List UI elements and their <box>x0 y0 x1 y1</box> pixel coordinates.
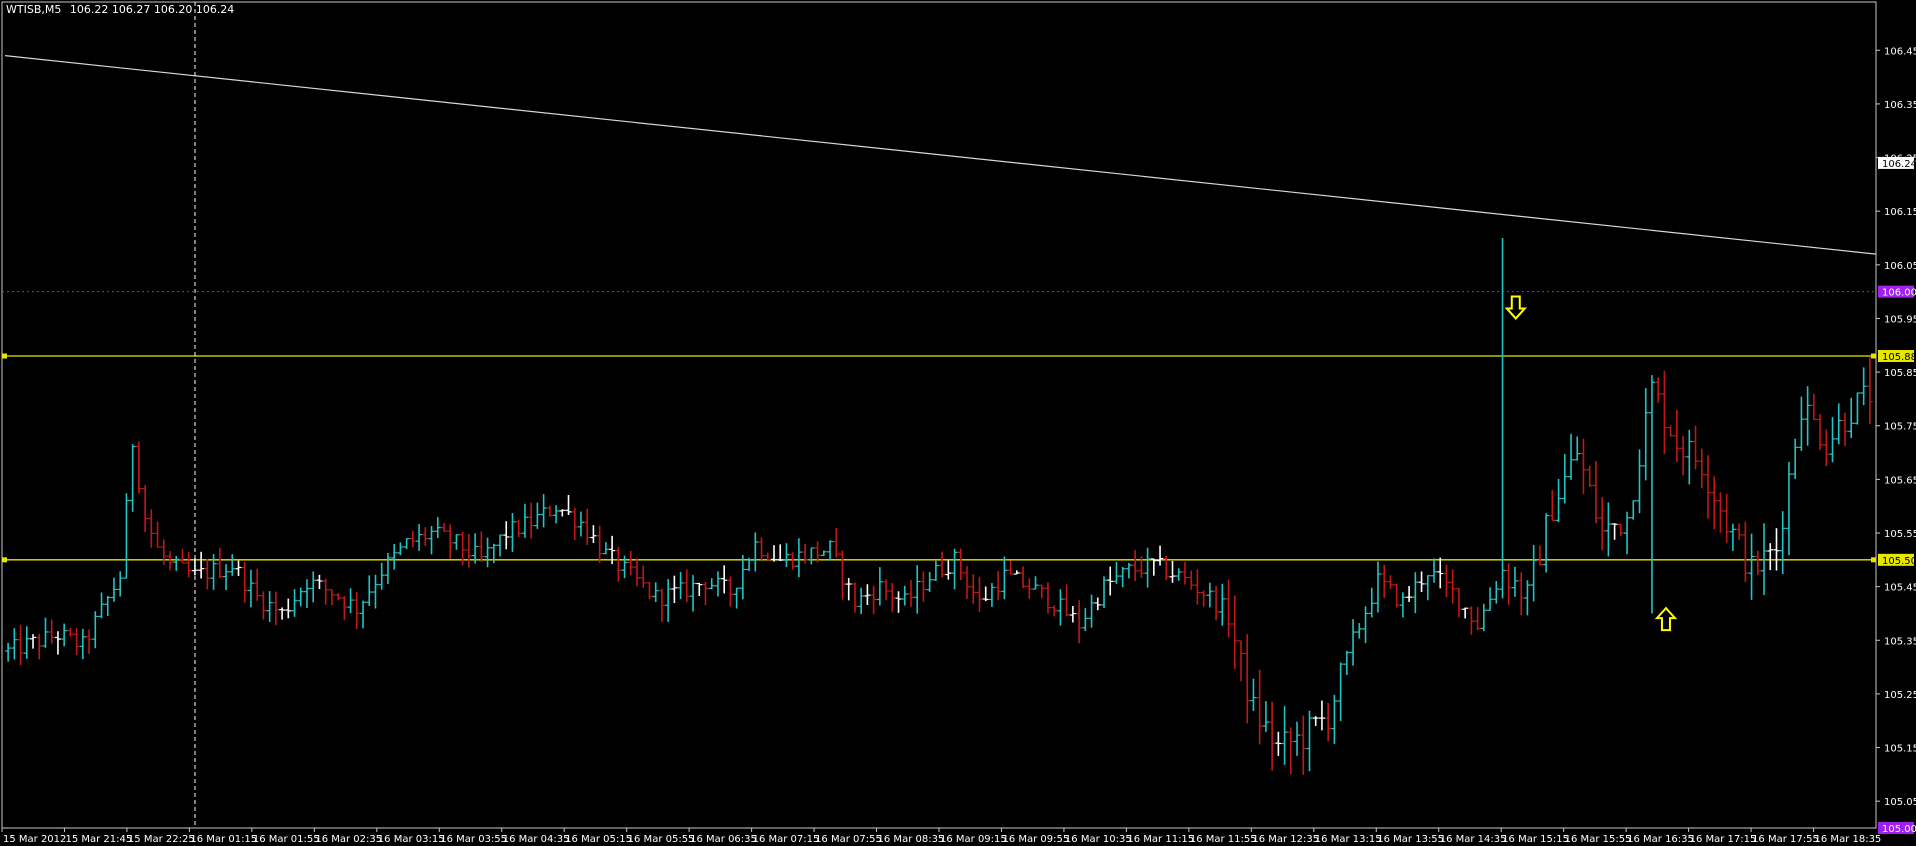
x-tick-label: 16 Mar 03:15 <box>378 834 445 845</box>
purple-level-tag: 106.00 <box>1882 288 1916 299</box>
upper-level-tag: 105.88 <box>1882 352 1916 363</box>
x-tick-label: 16 Mar 05:15 <box>565 834 632 845</box>
y-tick-label: 106.45 <box>1884 46 1916 57</box>
x-tick-label: 16 Mar 08:35 <box>878 834 945 845</box>
x-tick-label: 16 Mar 07:55 <box>815 834 882 845</box>
x-tick-label: 16 Mar 12:35 <box>1252 834 1319 845</box>
y-tick-label: 106.15 <box>1884 207 1916 218</box>
x-tick-label: 16 Mar 17:55 <box>1752 834 1819 845</box>
x-tick-label: 16 Mar 13:55 <box>1377 834 1444 845</box>
y-tick-label: 105.45 <box>1884 583 1916 594</box>
y-tick-label: 106.05 <box>1884 261 1916 272</box>
x-tick-label: 15 Mar 2012 <box>3 834 66 845</box>
x-tick-label: 15 Mar 21:45 <box>65 834 132 845</box>
y-tick-label: 105.55 <box>1884 529 1916 540</box>
x-tick-label: 16 Mar 01:55 <box>253 834 320 845</box>
x-tick-label: 16 Mar 07:15 <box>753 834 820 845</box>
x-tick-label: 16 Mar 02:35 <box>315 834 382 845</box>
level-handle-right-1[interactable] <box>1871 557 1876 563</box>
x-tick-label: 16 Mar 18:35 <box>1815 834 1882 845</box>
level-handle-left-0[interactable] <box>2 353 7 359</box>
lower-level-tag: 105.50 <box>1882 556 1916 567</box>
x-tick-label: 16 Mar 11:55 <box>1190 834 1257 845</box>
y-tick-label: 105.75 <box>1884 422 1916 433</box>
x-tick-label: 16 Mar 13:15 <box>1315 834 1382 845</box>
y-tick-label: 105.05 <box>1884 797 1916 808</box>
symbol-label: WTISB,M5 106.22 106.27 106.20 106.24 <box>6 3 234 16</box>
level-handle-right-0[interactable] <box>1871 353 1876 359</box>
y-tick-label: 105.35 <box>1884 636 1916 647</box>
symbol-name: WTISB,M5 <box>6 3 61 16</box>
x-tick-label: 16 Mar 10:35 <box>1065 834 1132 845</box>
x-tick-label: 16 Mar 17:15 <box>1690 834 1757 845</box>
bottom-level-tag: 105.00 <box>1882 824 1916 835</box>
level-handle-left-1[interactable] <box>2 557 7 563</box>
x-tick-label: 16 Mar 16:35 <box>1627 834 1694 845</box>
x-tick-label: 16 Mar 06:35 <box>690 834 757 845</box>
y-tick-label: 105.15 <box>1884 744 1916 755</box>
x-tick-label: 15 Mar 22:25 <box>128 834 195 845</box>
y-tick-label: 105.85 <box>1884 368 1916 379</box>
ohlc-values: 106.22 106.27 106.20 106.24 <box>70 3 234 16</box>
x-tick-label: 16 Mar 09:15 <box>940 834 1007 845</box>
x-tick-label: 16 Mar 09:55 <box>1002 834 1069 845</box>
price-chart[interactable]: 106.45106.35106.25106.15106.05105.95105.… <box>0 0 1916 846</box>
current-price-tag: 106.24 <box>1882 159 1916 170</box>
x-tick-label: 16 Mar 15:55 <box>1565 834 1632 845</box>
x-tick-label: 16 Mar 15:15 <box>1502 834 1569 845</box>
x-tick-label: 16 Mar 01:15 <box>190 834 257 845</box>
y-tick-label: 106.35 <box>1884 100 1916 111</box>
y-tick-label: 105.65 <box>1884 475 1916 486</box>
x-tick-label: 16 Mar 03:55 <box>440 834 507 845</box>
x-tick-label: 16 Mar 14:35 <box>1440 834 1507 845</box>
x-tick-label: 16 Mar 11:15 <box>1127 834 1194 845</box>
y-tick-label: 105.25 <box>1884 690 1916 701</box>
x-tick-label: 16 Mar 05:55 <box>628 834 695 845</box>
x-tick-label: 16 Mar 04:35 <box>503 834 570 845</box>
y-tick-label: 105.95 <box>1884 314 1916 325</box>
